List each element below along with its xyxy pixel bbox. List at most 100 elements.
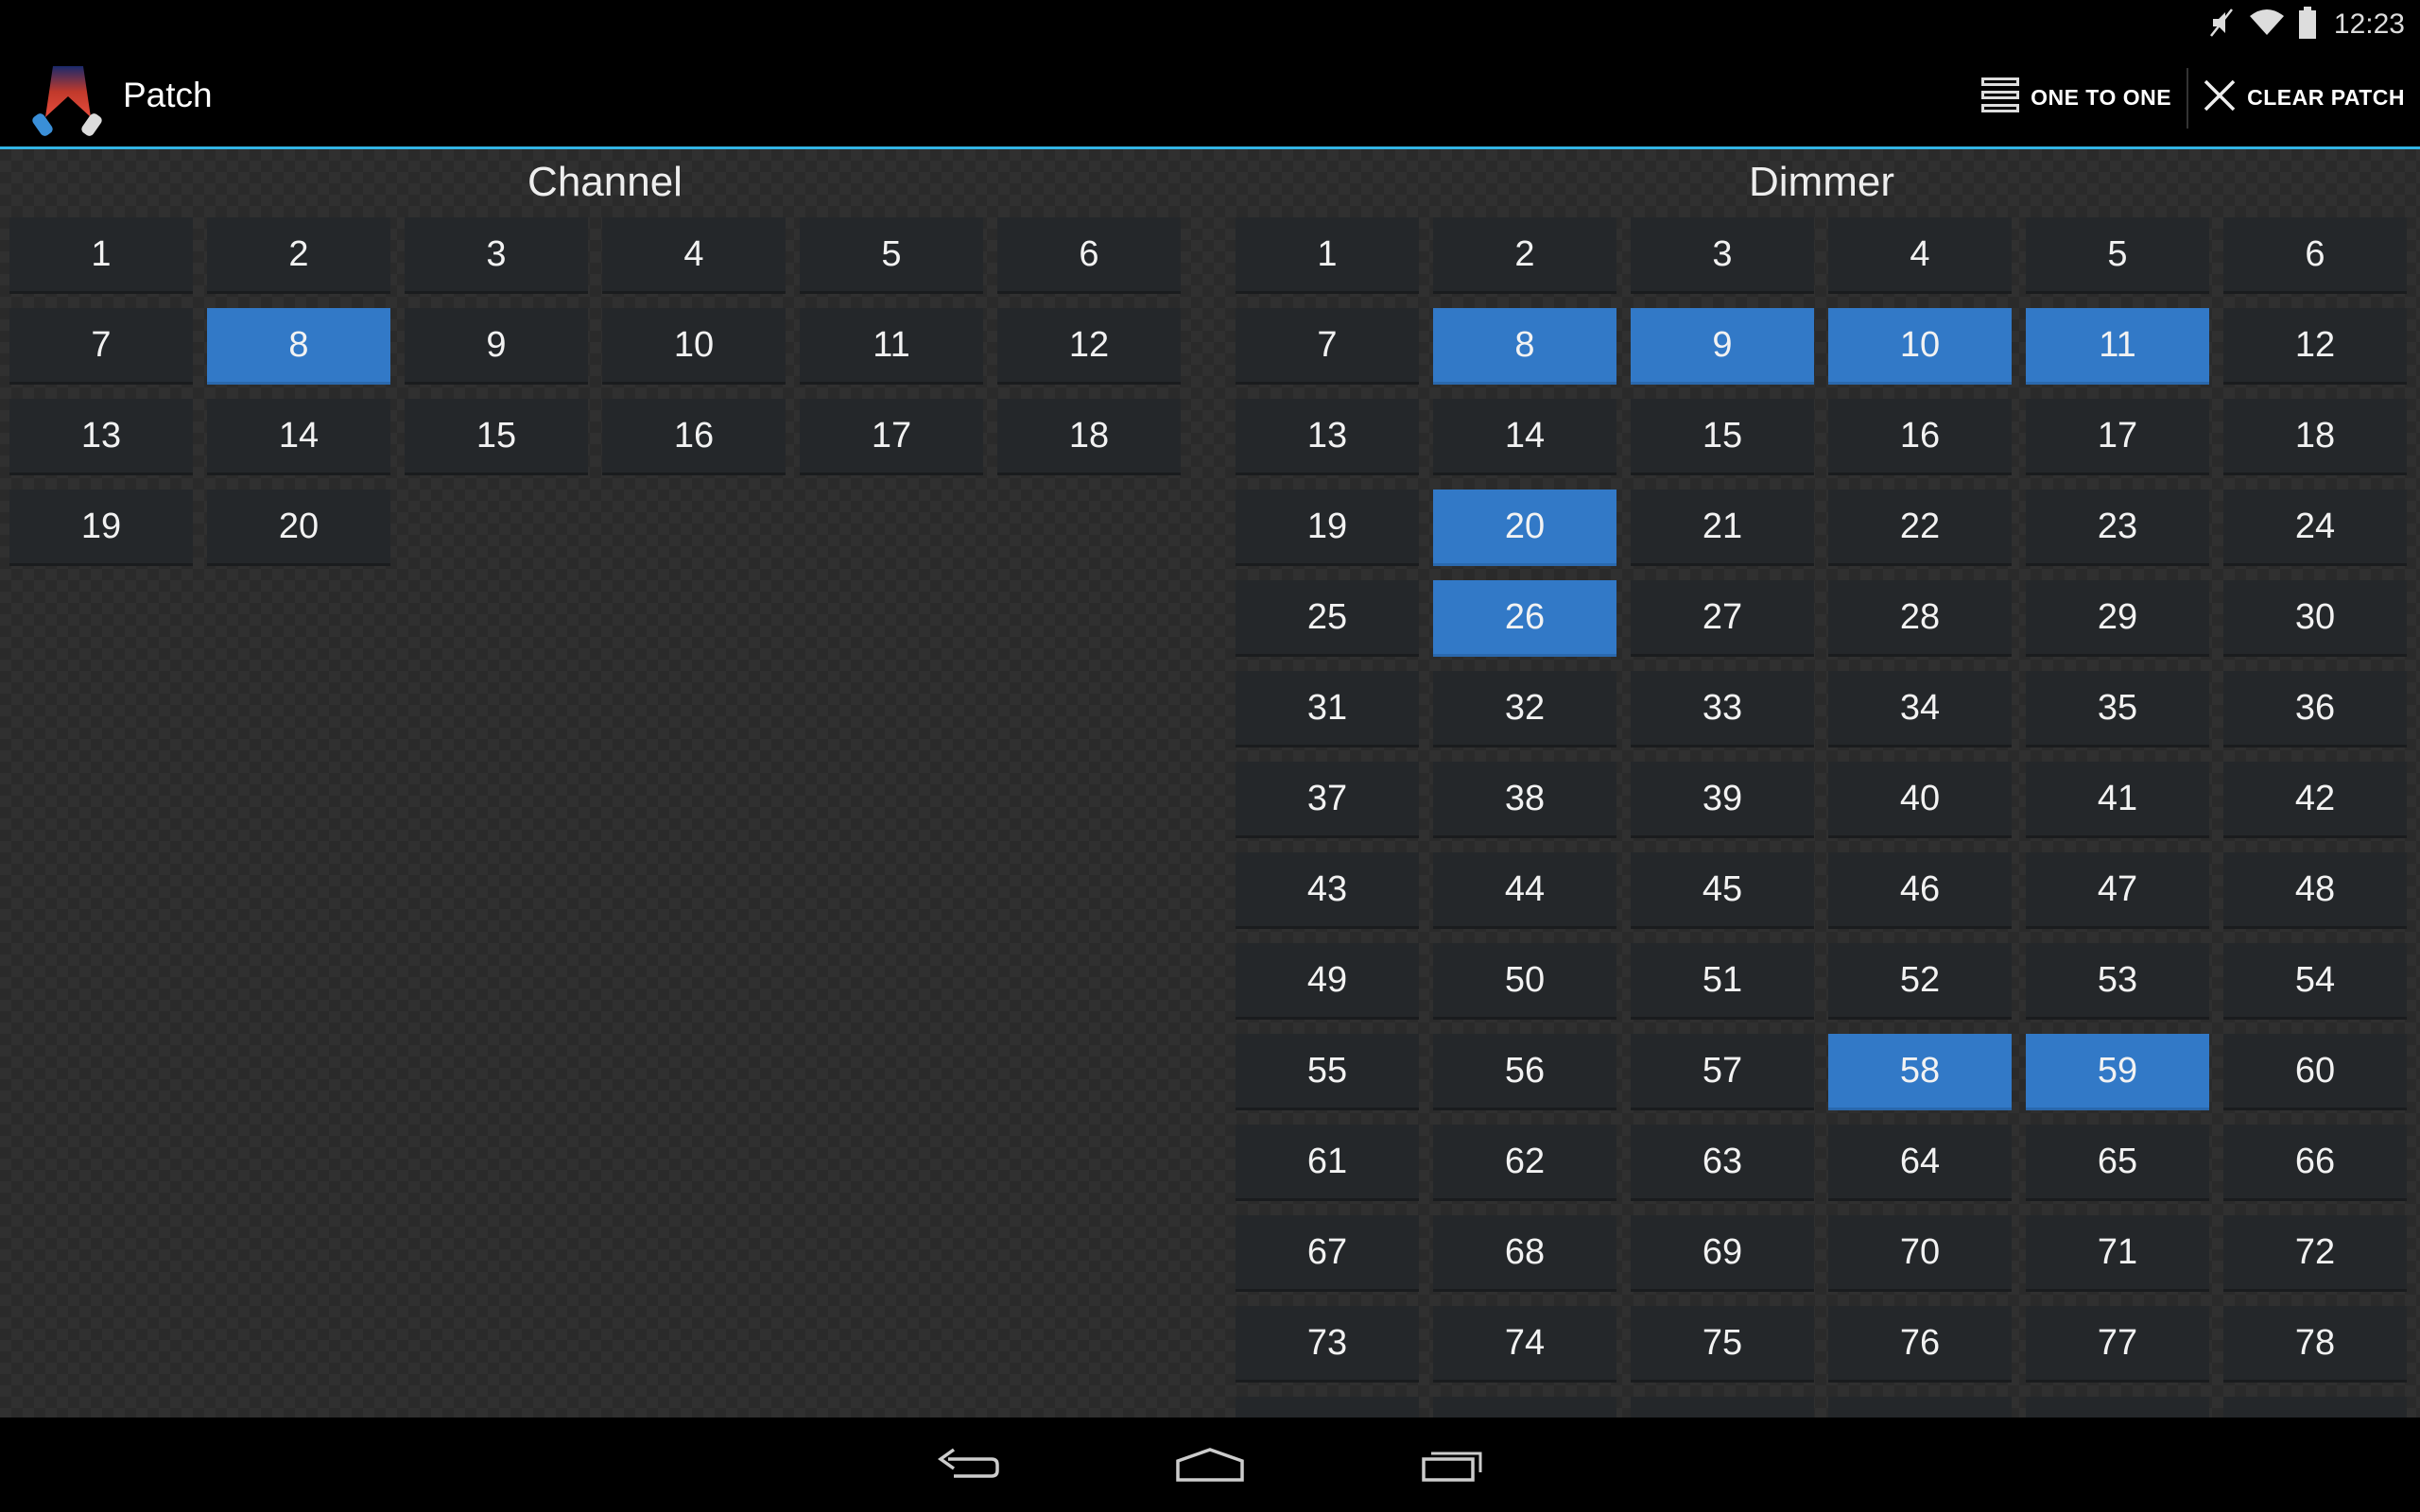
channel-cell[interactable]: 11 [800, 308, 983, 385]
dimmer-cell[interactable]: 52 [1828, 943, 2012, 1020]
dimmer-cell[interactable]: 15 [1631, 399, 1814, 475]
home-icon[interactable] [1153, 1436, 1267, 1493]
dimmer-cell[interactable]: 8 [1433, 308, 1616, 385]
dimmer-cell[interactable]: 16 [1828, 399, 2012, 475]
dimmer-cell[interactable]: 84 [2223, 1397, 2407, 1418]
dimmer-cell[interactable]: 82 [1828, 1397, 2012, 1418]
dimmer-cell[interactable]: 9 [1631, 308, 1814, 385]
channel-cell[interactable]: 9 [405, 308, 588, 385]
dimmer-cell[interactable]: 54 [2223, 943, 2407, 1020]
dimmer-cell[interactable]: 73 [1236, 1306, 1419, 1383]
dimmer-cell[interactable]: 11 [2026, 308, 2209, 385]
channel-cell[interactable]: 2 [207, 217, 390, 294]
dimmer-cell[interactable]: 49 [1236, 943, 1419, 1020]
dimmer-cell[interactable]: 36 [2223, 671, 2407, 747]
dimmer-cell[interactable]: 78 [2223, 1306, 2407, 1383]
dimmer-cell[interactable]: 42 [2223, 762, 2407, 838]
dimmer-cell[interactable]: 66 [2223, 1125, 2407, 1201]
dimmer-cell[interactable]: 57 [1631, 1034, 1814, 1110]
dimmer-cell[interactable]: 58 [1828, 1034, 2012, 1110]
dimmer-cell[interactable]: 72 [2223, 1215, 2407, 1292]
dimmer-cell[interactable]: 50 [1433, 943, 1616, 1020]
channel-cell[interactable]: 7 [9, 308, 193, 385]
dimmer-cell[interactable]: 40 [1828, 762, 2012, 838]
channel-cell[interactable]: 15 [405, 399, 588, 475]
back-icon[interactable] [911, 1436, 1025, 1493]
one-to-one-button[interactable]: ONE TO ONE [1966, 49, 2187, 146]
dimmer-cell[interactable]: 18 [2223, 399, 2407, 475]
dimmer-cell[interactable]: 22 [1828, 490, 2012, 566]
dimmer-cell[interactable]: 47 [2026, 852, 2209, 929]
dimmer-cell[interactable]: 28 [1828, 580, 2012, 657]
dimmer-cell[interactable]: 19 [1236, 490, 1419, 566]
dimmer-cell[interactable]: 68 [1433, 1215, 1616, 1292]
dimmer-cell[interactable]: 77 [2026, 1306, 2209, 1383]
dimmer-cell[interactable]: 4 [1828, 217, 2012, 294]
dimmer-cell[interactable]: 26 [1433, 580, 1616, 657]
channel-cell[interactable]: 5 [800, 217, 983, 294]
dimmer-cell[interactable]: 53 [2026, 943, 2209, 1020]
dimmer-cell[interactable]: 6 [2223, 217, 2407, 294]
dimmer-cell[interactable]: 80 [1433, 1397, 1616, 1418]
dimmer-cell[interactable]: 25 [1236, 580, 1419, 657]
channel-cell[interactable]: 10 [602, 308, 786, 385]
dimmer-cell[interactable]: 14 [1433, 399, 1616, 475]
dimmer-cell[interactable]: 55 [1236, 1034, 1419, 1110]
recents-icon[interactable] [1395, 1436, 1509, 1493]
channel-cell[interactable]: 12 [997, 308, 1181, 385]
dimmer-cell[interactable]: 27 [1631, 580, 1814, 657]
channel-cell[interactable]: 13 [9, 399, 193, 475]
channel-cell[interactable]: 6 [997, 217, 1181, 294]
channel-cell[interactable]: 17 [800, 399, 983, 475]
dimmer-cell[interactable]: 44 [1433, 852, 1616, 929]
dimmer-cell[interactable]: 5 [2026, 217, 2209, 294]
dimmer-cell[interactable]: 24 [2223, 490, 2407, 566]
dimmer-cell[interactable]: 41 [2026, 762, 2209, 838]
channel-cell[interactable]: 16 [602, 399, 786, 475]
dimmer-cell[interactable]: 30 [2223, 580, 2407, 657]
channel-cell[interactable]: 14 [207, 399, 390, 475]
dimmer-cell[interactable]: 70 [1828, 1215, 2012, 1292]
dimmer-cell[interactable]: 59 [2026, 1034, 2209, 1110]
dimmer-cell[interactable]: 76 [1828, 1306, 2012, 1383]
channel-cell[interactable]: 1 [9, 217, 193, 294]
dimmer-cell[interactable]: 20 [1433, 490, 1616, 566]
dimmer-cell[interactable]: 56 [1433, 1034, 1616, 1110]
dimmer-cell[interactable]: 60 [2223, 1034, 2407, 1110]
dimmer-cell[interactable]: 23 [2026, 490, 2209, 566]
dimmer-cell[interactable]: 12 [2223, 308, 2407, 385]
dimmer-cell[interactable]: 32 [1433, 671, 1616, 747]
dimmer-cell[interactable]: 65 [2026, 1125, 2209, 1201]
dimmer-cell[interactable]: 46 [1828, 852, 2012, 929]
dimmer-cell[interactable]: 67 [1236, 1215, 1419, 1292]
dimmer-cell[interactable]: 74 [1433, 1306, 1616, 1383]
dimmer-cell[interactable]: 34 [1828, 671, 2012, 747]
dimmer-cell[interactable]: 69 [1631, 1215, 1814, 1292]
app-logo-icon[interactable] [28, 59, 108, 138]
clear-patch-button[interactable]: CLEAR PATCH [2188, 49, 2420, 146]
dimmer-cell[interactable]: 13 [1236, 399, 1419, 475]
dimmer-cell[interactable]: 21 [1631, 490, 1814, 566]
dimmer-cell[interactable]: 75 [1631, 1306, 1814, 1383]
dimmer-cell[interactable]: 79 [1236, 1397, 1419, 1418]
channel-cell[interactable]: 19 [9, 490, 193, 566]
dimmer-cell[interactable]: 51 [1631, 943, 1814, 1020]
dimmer-cell[interactable]: 10 [1828, 308, 2012, 385]
dimmer-cell[interactable]: 64 [1828, 1125, 2012, 1201]
dimmer-cell[interactable]: 71 [2026, 1215, 2209, 1292]
dimmer-cell[interactable]: 31 [1236, 671, 1419, 747]
dimmer-cell[interactable]: 33 [1631, 671, 1814, 747]
dimmer-cell[interactable]: 43 [1236, 852, 1419, 929]
dimmer-cell[interactable]: 37 [1236, 762, 1419, 838]
dimmer-cell[interactable]: 2 [1433, 217, 1616, 294]
dimmer-cell[interactable]: 7 [1236, 308, 1419, 385]
dimmer-cell[interactable]: 62 [1433, 1125, 1616, 1201]
dimmer-cell[interactable]: 48 [2223, 852, 2407, 929]
channel-cell[interactable]: 3 [405, 217, 588, 294]
dimmer-cell[interactable]: 61 [1236, 1125, 1419, 1201]
dimmer-cell[interactable]: 1 [1236, 217, 1419, 294]
dimmer-cell[interactable]: 38 [1433, 762, 1616, 838]
dimmer-cell[interactable]: 3 [1631, 217, 1814, 294]
channel-cell[interactable]: 4 [602, 217, 786, 294]
dimmer-cell[interactable]: 39 [1631, 762, 1814, 838]
